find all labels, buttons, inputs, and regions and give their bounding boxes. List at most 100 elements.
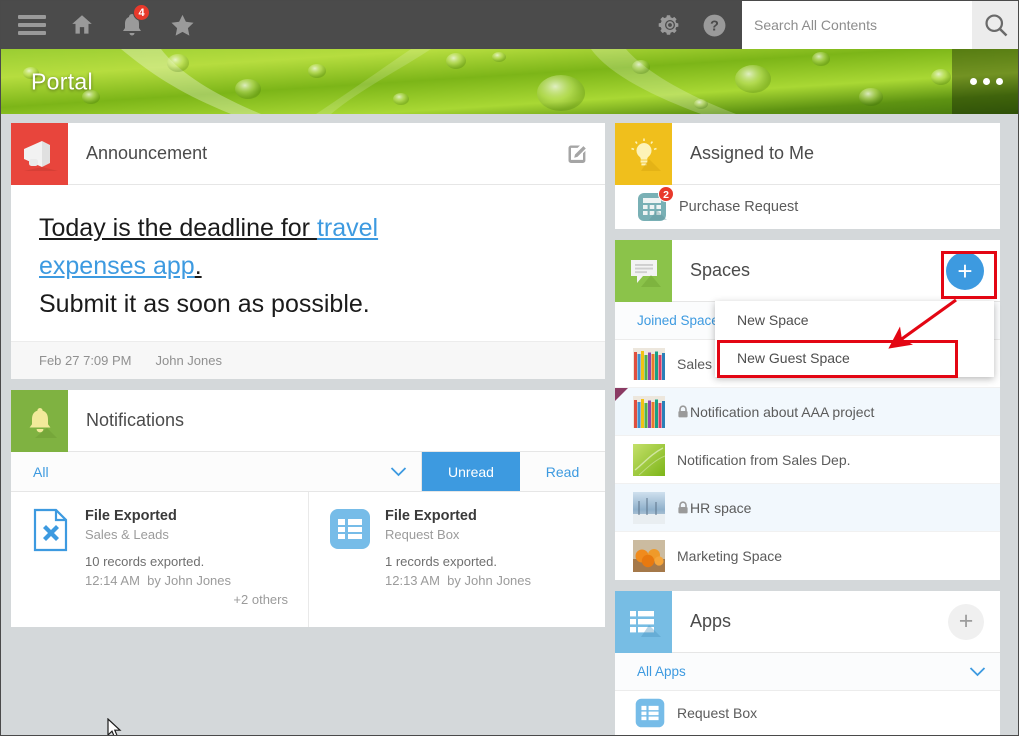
- apps-filter[interactable]: All Apps: [615, 653, 1000, 691]
- space-name: Marketing Space: [677, 548, 782, 564]
- lightbulb-icon: [615, 122, 672, 185]
- notification-time: 12:14 AM: [85, 573, 140, 588]
- apps-header: Apps +: [615, 590, 1000, 653]
- ellipsis-icon-dot: [969, 78, 977, 85]
- page-content: Announcement Today is the deadline for t…: [1, 114, 1018, 735]
- add-space-button[interactable]: +: [946, 251, 984, 290]
- space-thumbnail-winter: [633, 491, 665, 524]
- list-app-icon: [615, 590, 672, 653]
- announcement-body: Today is the deadline for travel expense…: [11, 185, 605, 341]
- banner-leaf-image: [1, 49, 1018, 114]
- notifications-header: Notifications: [11, 389, 605, 452]
- assigned-to-me-title: Assigned to Me: [690, 143, 815, 163]
- file-export-icon: [33, 508, 68, 552]
- assigned-item-icon-wrap: 2: [637, 186, 674, 222]
- space-name: Notification from Sales Dep.: [677, 452, 851, 468]
- announcement-link-expenses-app[interactable]: expenses app: [39, 252, 195, 280]
- star-icon: [170, 14, 194, 36]
- search-input[interactable]: [742, 1, 972, 49]
- notification-more-count[interactable]: +2 others: [85, 592, 288, 607]
- lock-icon: [678, 501, 688, 514]
- notifications-list: File Exported Sales & Leads 10 records e…: [11, 492, 605, 627]
- notification-message: 10 records exported.: [85, 554, 205, 569]
- menu-item-new-space[interactable]: New Space: [715, 301, 994, 339]
- chevron-down-icon: [390, 467, 407, 477]
- notifications-filter-all-label: All: [33, 463, 49, 480]
- space-row[interactable]: Marketing Space: [615, 532, 1000, 580]
- announcement-date: Feb 27 7:09 PM: [39, 353, 132, 368]
- home-icon: [72, 15, 92, 34]
- notifications-filter-bar: All Unread Read: [11, 452, 605, 492]
- tab-unread[interactable]: Unread: [422, 452, 520, 491]
- notification-text: File Exported Sales & Leads 10 records e…: [85, 508, 288, 607]
- favorites-button[interactable]: [159, 2, 205, 48]
- ellipsis-icon-dot: [982, 78, 990, 85]
- announcement-author: John Jones: [155, 353, 223, 368]
- bell-icon: [11, 389, 68, 452]
- spaces-title: Spaces: [690, 260, 751, 280]
- notification-source: Request Box: [385, 527, 460, 542]
- notification-author: by John Jones: [147, 573, 232, 588]
- app-row-request-box[interactable]: Request Box: [615, 691, 1000, 735]
- list-app-icon: [635, 698, 665, 728]
- megaphone-icon: [11, 122, 68, 185]
- space-thumbnail-pencils: [633, 347, 665, 380]
- space-name-text: HR space: [690, 499, 752, 516]
- announcement-title: Announcement: [86, 143, 208, 163]
- space-row[interactable]: Notification from Sales Dep.: [615, 436, 1000, 484]
- gear-icon: [658, 15, 679, 35]
- notification-item[interactable]: File Exported Request Box 1 records expo…: [308, 492, 605, 627]
- edit-pencil-icon: [568, 145, 586, 163]
- assigned-item-label: Purchase Request: [679, 199, 799, 215]
- hamburger-icon: [18, 11, 46, 39]
- tab-read[interactable]: Read: [520, 452, 605, 491]
- right-column: Assigned to Me 2 Purchase Request Spaces…: [615, 122, 1000, 735]
- hamburger-menu-button[interactable]: [9, 2, 55, 48]
- space-row[interactable]: Notification about AAA project: [615, 388, 1000, 436]
- assigned-item-purchase-request[interactable]: 2 Purchase Request: [615, 185, 1000, 229]
- plus-icon: +: [948, 603, 984, 640]
- help-button[interactable]: ?: [692, 1, 736, 49]
- notification-author: by John Jones: [447, 573, 532, 588]
- magnifier-icon: [985, 14, 1008, 37]
- search-button[interactable]: [972, 1, 1018, 49]
- add-app-button[interactable]: +: [948, 603, 984, 640]
- announcement-card: Announcement Today is the deadline for t…: [11, 122, 605, 379]
- notification-meta: 12:14 AM by John Jones: [85, 573, 288, 588]
- space-thumbnail-oranges: [633, 540, 665, 572]
- settings-button[interactable]: [648, 1, 692, 49]
- svg-text:?: ?: [710, 18, 719, 34]
- space-thumbnail-greenleaf: [633, 443, 665, 476]
- app-name: Request Box: [677, 705, 758, 721]
- menu-item-new-guest-space[interactable]: New Guest Space: [715, 339, 994, 377]
- space-name-text: Marketing Space: [677, 548, 783, 564]
- assigned-to-me-card: Assigned to Me 2 Purchase Request: [615, 122, 1000, 229]
- speech-bubble-icon: [615, 239, 672, 302]
- announcement-link-travel[interactable]: travel: [317, 214, 378, 242]
- ellipsis-icon-dot: [995, 78, 1003, 85]
- notification-message: 1 records exported.: [385, 554, 498, 569]
- notification-time: 12:13 AM: [385, 573, 440, 588]
- announcement-header: Announcement: [11, 122, 605, 185]
- notification-item[interactable]: File Exported Sales & Leads 10 records e…: [11, 492, 308, 627]
- plus-circle-icon: +: [946, 251, 984, 290]
- announcement-text-part2: Submit it as soon as possible.: [39, 290, 370, 318]
- announcement-period: .: [194, 252, 202, 280]
- lock-icon: [678, 405, 688, 418]
- notifications-button[interactable]: 4: [109, 2, 155, 48]
- space-name: Sales: [677, 356, 712, 372]
- notifications-title: Notifications: [86, 410, 185, 430]
- banner-more-menu-button[interactable]: [952, 49, 1018, 114]
- notification-text: File Exported Request Box 1 records expo…: [385, 508, 585, 607]
- announcement-text-part1: Today is the deadline for: [39, 214, 317, 242]
- notifications-filter-all[interactable]: All: [11, 452, 422, 491]
- spaces-add-menu: New Space New Guest Space: [715, 301, 994, 377]
- space-name: HR space: [677, 500, 751, 516]
- announcement-edit-button[interactable]: [565, 142, 589, 166]
- page-title: Portal: [31, 68, 93, 94]
- spaces-header: Spaces +: [615, 239, 1000, 302]
- space-row[interactable]: HR space: [615, 484, 1000, 532]
- announcement-text: Today is the deadline for travel expense…: [39, 209, 577, 323]
- space-name-text: Notification from Sales Dep.: [677, 451, 851, 468]
- home-button[interactable]: [59, 2, 105, 48]
